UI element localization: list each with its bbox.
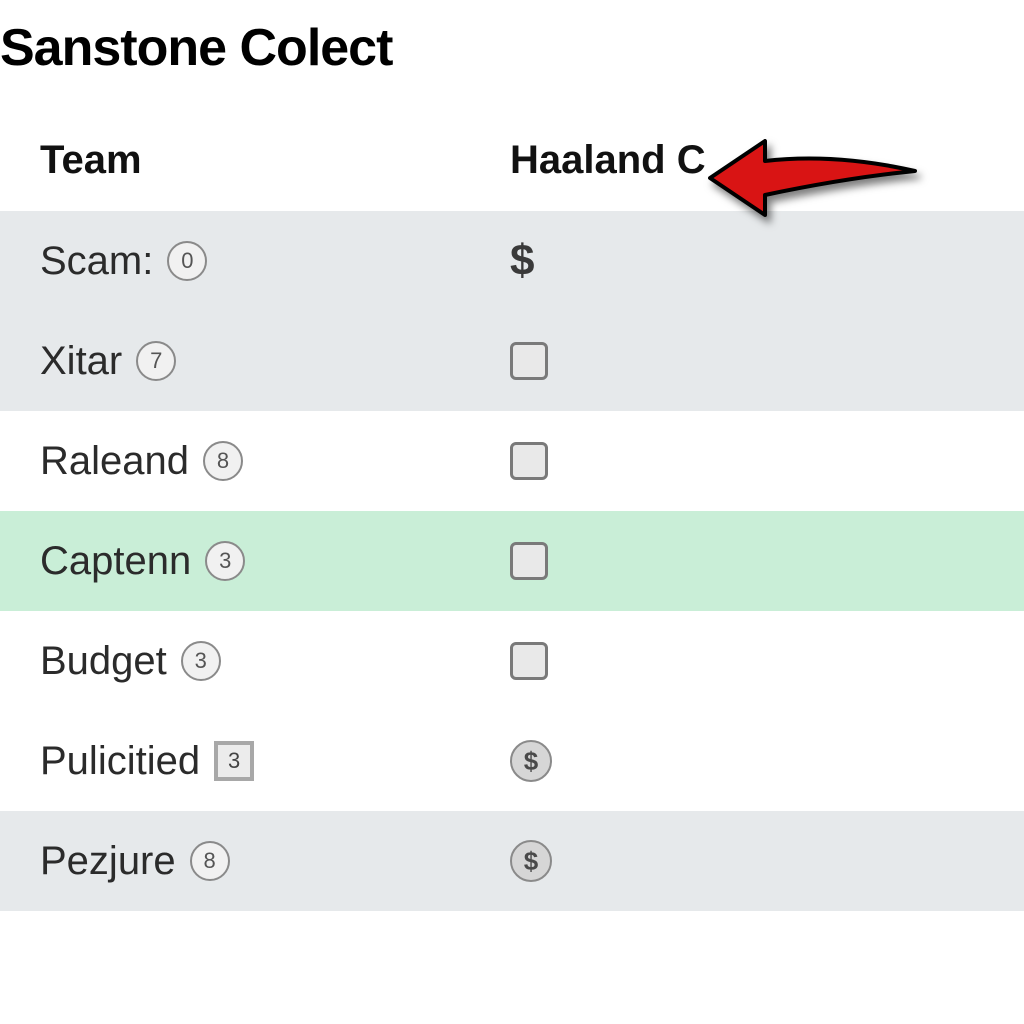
value-cell: $ — [510, 740, 552, 782]
team-label: Pulicitied — [40, 739, 200, 784]
count-badge-circle: 8 — [203, 441, 243, 481]
count-badge-circle: 3 — [205, 541, 245, 581]
team-cell: Scam: 0 — [40, 239, 510, 284]
team-cell: Pulicitied 3 — [40, 739, 510, 784]
dollar-badge-icon[interactable]: $ — [510, 840, 552, 882]
count-badge-square: 3 — [214, 741, 254, 781]
value-cell: $ — [510, 840, 552, 882]
table-row[interactable]: Raleand 8 — [0, 411, 1024, 511]
dollar-icon: $ — [510, 236, 534, 286]
team-cell: Raleand 8 — [40, 439, 510, 484]
table-row[interactable]: Pulicitied 3 $ — [0, 711, 1024, 811]
column-header-haaland[interactable]: Haaland C — [510, 138, 706, 183]
team-cell: Xitar 7 — [40, 339, 510, 384]
annotation-arrow-icon — [705, 133, 925, 228]
team-label: Pezjure — [40, 839, 176, 884]
team-label: Captenn — [40, 539, 191, 584]
table-row[interactable]: Xitar 7 — [0, 311, 1024, 411]
dollar-badge-icon[interactable]: $ — [510, 740, 552, 782]
team-cell: Budget 3 — [40, 639, 510, 684]
table-row[interactable]: Pezjure 8 $ — [0, 811, 1024, 911]
team-cell: Captenn 3 — [40, 539, 510, 584]
team-label: Scam: — [40, 239, 153, 284]
value-cell — [510, 542, 548, 580]
table-row[interactable]: Captenn 3 — [0, 511, 1024, 611]
team-label: Raleand — [40, 439, 189, 484]
team-label: Budget — [40, 639, 167, 684]
count-badge-circle: 7 — [136, 341, 176, 381]
column-header-team[interactable]: Team — [40, 138, 510, 183]
value-cell — [510, 442, 548, 480]
team-label: Xitar — [40, 339, 122, 384]
teams-table: Team Haaland C Scam: 0 $ Xitar 7 Raleand 8 Capt… — [0, 138, 1024, 911]
team-cell: Pezjure 8 — [40, 839, 510, 884]
checkbox[interactable] — [510, 642, 548, 680]
value-cell — [510, 642, 548, 680]
checkbox[interactable] — [510, 342, 548, 380]
table-row[interactable]: Budget 3 — [0, 611, 1024, 711]
value-cell — [510, 342, 548, 380]
page-title: Sanstone Colect — [0, 0, 1024, 78]
value-cell: $ — [510, 236, 534, 286]
count-badge-circle: 3 — [181, 641, 221, 681]
checkbox[interactable] — [510, 542, 548, 580]
count-badge-circle: 8 — [190, 841, 230, 881]
checkbox[interactable] — [510, 442, 548, 480]
count-badge-circle: 0 — [167, 241, 207, 281]
